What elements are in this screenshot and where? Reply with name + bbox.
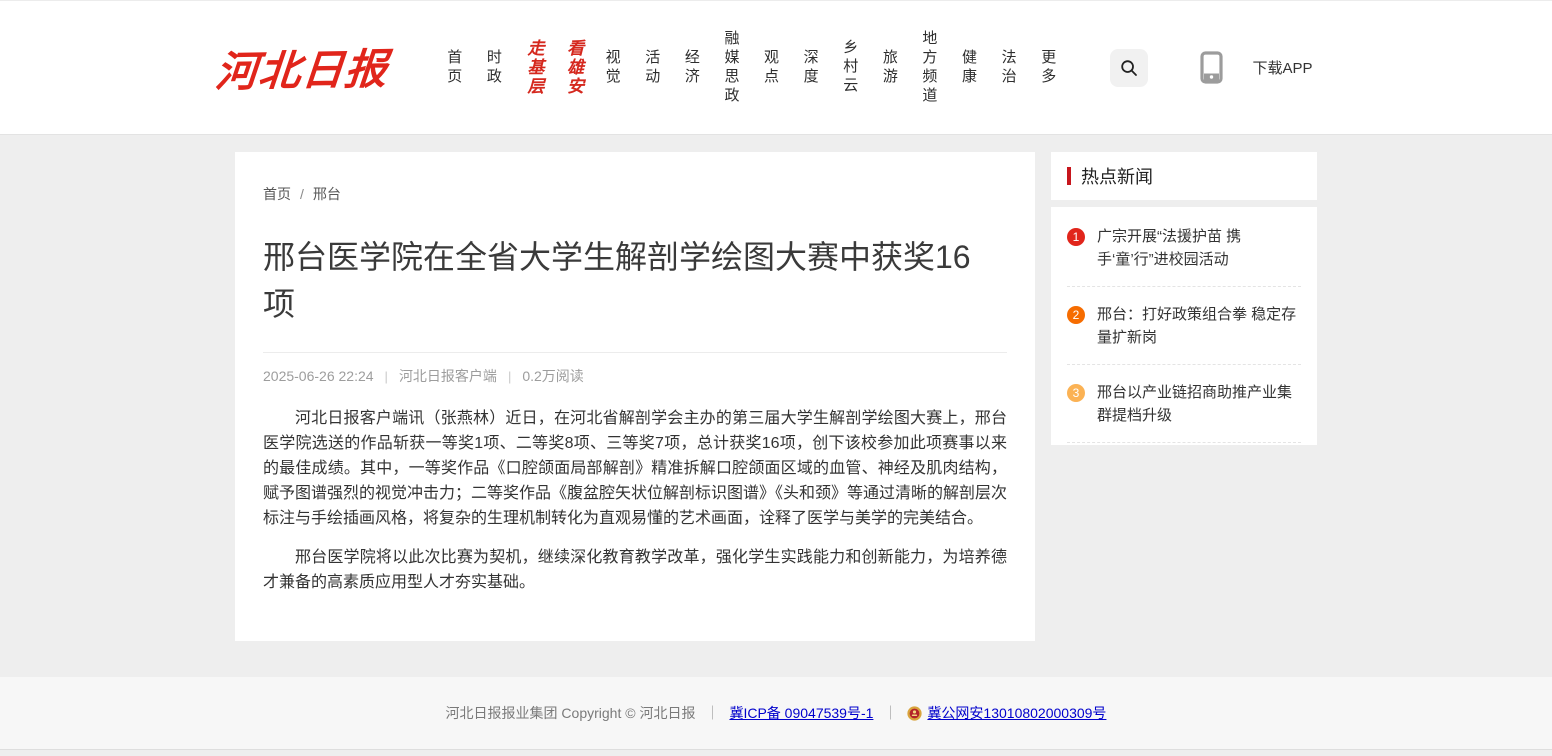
mobile-app-button[interactable] — [1200, 51, 1223, 84]
footer-separator: ｜ — [705, 703, 719, 723]
sidebar: 热点新闻 1 广宗开展“法援护苗 携手‘童’行”进校园活动 2 邢台：打好政策组… — [1051, 152, 1317, 445]
article-paragraph: 邢台医学院将以此次比赛为契机，继续深化教育教学改革，强化学生实践能力和创新能力，… — [263, 545, 1007, 595]
rank-badge: 2 — [1067, 306, 1085, 324]
page-content: 首页 / 邢台 邢台医学院在全省大学生解剖学绘图大赛中获奖16项 2025-06… — [235, 152, 1317, 641]
nav-item-grassroots[interactable]: 走基层 — [513, 39, 553, 96]
article-meta: 2025-06-26 22:24 | 河北日报客户端 | 0.2万阅读 — [263, 366, 1007, 386]
site-logo[interactable]: 河北日报 — [213, 36, 381, 100]
hot-news-item-title: 邢台：打好政策组合拳 稳定存量扩新岗 — [1097, 303, 1301, 349]
hot-news-item-title: 广宗开展“法援护苗 携手‘童’行”进校园活动 — [1097, 225, 1301, 271]
hot-news-title: 热点新闻 — [1081, 163, 1153, 189]
nav-item-travel[interactable]: 旅游 — [870, 49, 910, 87]
footer-separator: ｜ — [883, 703, 897, 723]
search-icon — [1120, 59, 1138, 77]
nav-item-more[interactable]: 更多 — [1028, 49, 1068, 87]
nav-item-health[interactable]: 健康 — [949, 49, 989, 87]
footer-copyright: 河北日报报业集团 Copyright © 河北日报 — [446, 703, 696, 723]
police-registration-link[interactable]: 冀公网安13010802000309号 — [927, 703, 1106, 723]
hot-news-item-title: 邢台以产业链招商助推产业集群提档升级 — [1097, 381, 1301, 427]
police-badge-icon — [907, 706, 922, 721]
hot-news-item[interactable]: 1 广宗开展“法援护苗 携手‘童’行”进校园活动 — [1067, 209, 1301, 287]
download-app-label[interactable]: 下载APP — [1253, 57, 1313, 78]
rank-badge: 1 — [1067, 228, 1085, 246]
nav-item-opinion[interactable]: 观点 — [751, 49, 791, 87]
nav-item-rural-cloud[interactable]: 乡村云 — [830, 39, 870, 96]
article-body: 河北日报客户端讯（张燕林）近日，在河北省解剖学会主办的第三届大学生解剖学绘图大赛… — [263, 406, 1007, 595]
smartphone-icon — [1200, 51, 1223, 84]
nav-item-law[interactable]: 法治 — [988, 49, 1028, 87]
hot-news-item[interactable]: 3 邢台以产业链招商助推产业集群提档升级 — [1067, 365, 1301, 443]
site-header: 河北日报 首页 时政 走基层 看雄安 视觉 活动 经济 融媒思政 观点 深度 乡… — [0, 0, 1552, 135]
article-read-count: 0.2万阅读 — [522, 366, 583, 386]
search-button[interactable] — [1110, 49, 1148, 87]
nav-item-economy[interactable]: 经济 — [672, 49, 712, 87]
nav-item-xiongan[interactable]: 看雄安 — [553, 39, 593, 96]
page-footer: 河北日报报业集团 Copyright © 河北日报 ｜ 冀ICP备 090475… — [0, 677, 1552, 750]
title-divider — [263, 352, 1007, 353]
rank-badge: 3 — [1067, 384, 1085, 402]
main-nav: 首页 时政 走基层 看雄安 视觉 活动 经济 融媒思政 观点 深度 乡村云 旅游… — [434, 30, 1068, 106]
article-paragraph: 河北日报客户端讯（张燕林）近日，在河北省解剖学会主办的第三届大学生解剖学绘图大赛… — [263, 406, 1007, 531]
breadcrumb: 首页 / 邢台 — [263, 184, 1007, 204]
nav-item-visual[interactable]: 视觉 — [592, 49, 632, 87]
breadcrumb-section-xingtai[interactable]: 邢台 — [313, 184, 341, 204]
hot-news-item[interactable]: 2 邢台：打好政策组合拳 稳定存量扩新岗 — [1067, 287, 1301, 365]
article-date: 2025-06-26 22:24 — [263, 368, 374, 384]
meta-separator: | — [385, 369, 388, 384]
article-source: 河北日报客户端 — [399, 366, 497, 386]
hot-news-header: 热点新闻 — [1051, 152, 1317, 200]
nav-item-home[interactable]: 首页 — [434, 49, 474, 87]
nav-item-depth[interactable]: 深度 — [790, 49, 830, 87]
nav-item-activity[interactable]: 活动 — [632, 49, 672, 87]
article-card: 首页 / 邢台 邢台医学院在全省大学生解剖学绘图大赛中获奖16项 2025-06… — [235, 152, 1035, 641]
breadcrumb-home[interactable]: 首页 — [263, 184, 291, 204]
article-title: 邢台医学院在全省大学生解剖学绘图大赛中获奖16项 — [263, 234, 991, 328]
meta-separator: | — [508, 369, 511, 384]
red-accent-bar — [1067, 167, 1071, 185]
breadcrumb-separator: / — [300, 186, 304, 202]
nav-item-media-ideology[interactable]: 融媒思政 — [711, 30, 751, 106]
nav-item-politics[interactable]: 时政 — [474, 49, 514, 87]
nav-item-local-channels[interactable]: 地方频道 — [909, 30, 949, 106]
hot-news-list: 1 广宗开展“法援护苗 携手‘童’行”进校园活动 2 邢台：打好政策组合拳 稳定… — [1051, 207, 1317, 445]
icp-license-link[interactable]: 冀ICP备 09047539号-1 — [729, 703, 873, 723]
